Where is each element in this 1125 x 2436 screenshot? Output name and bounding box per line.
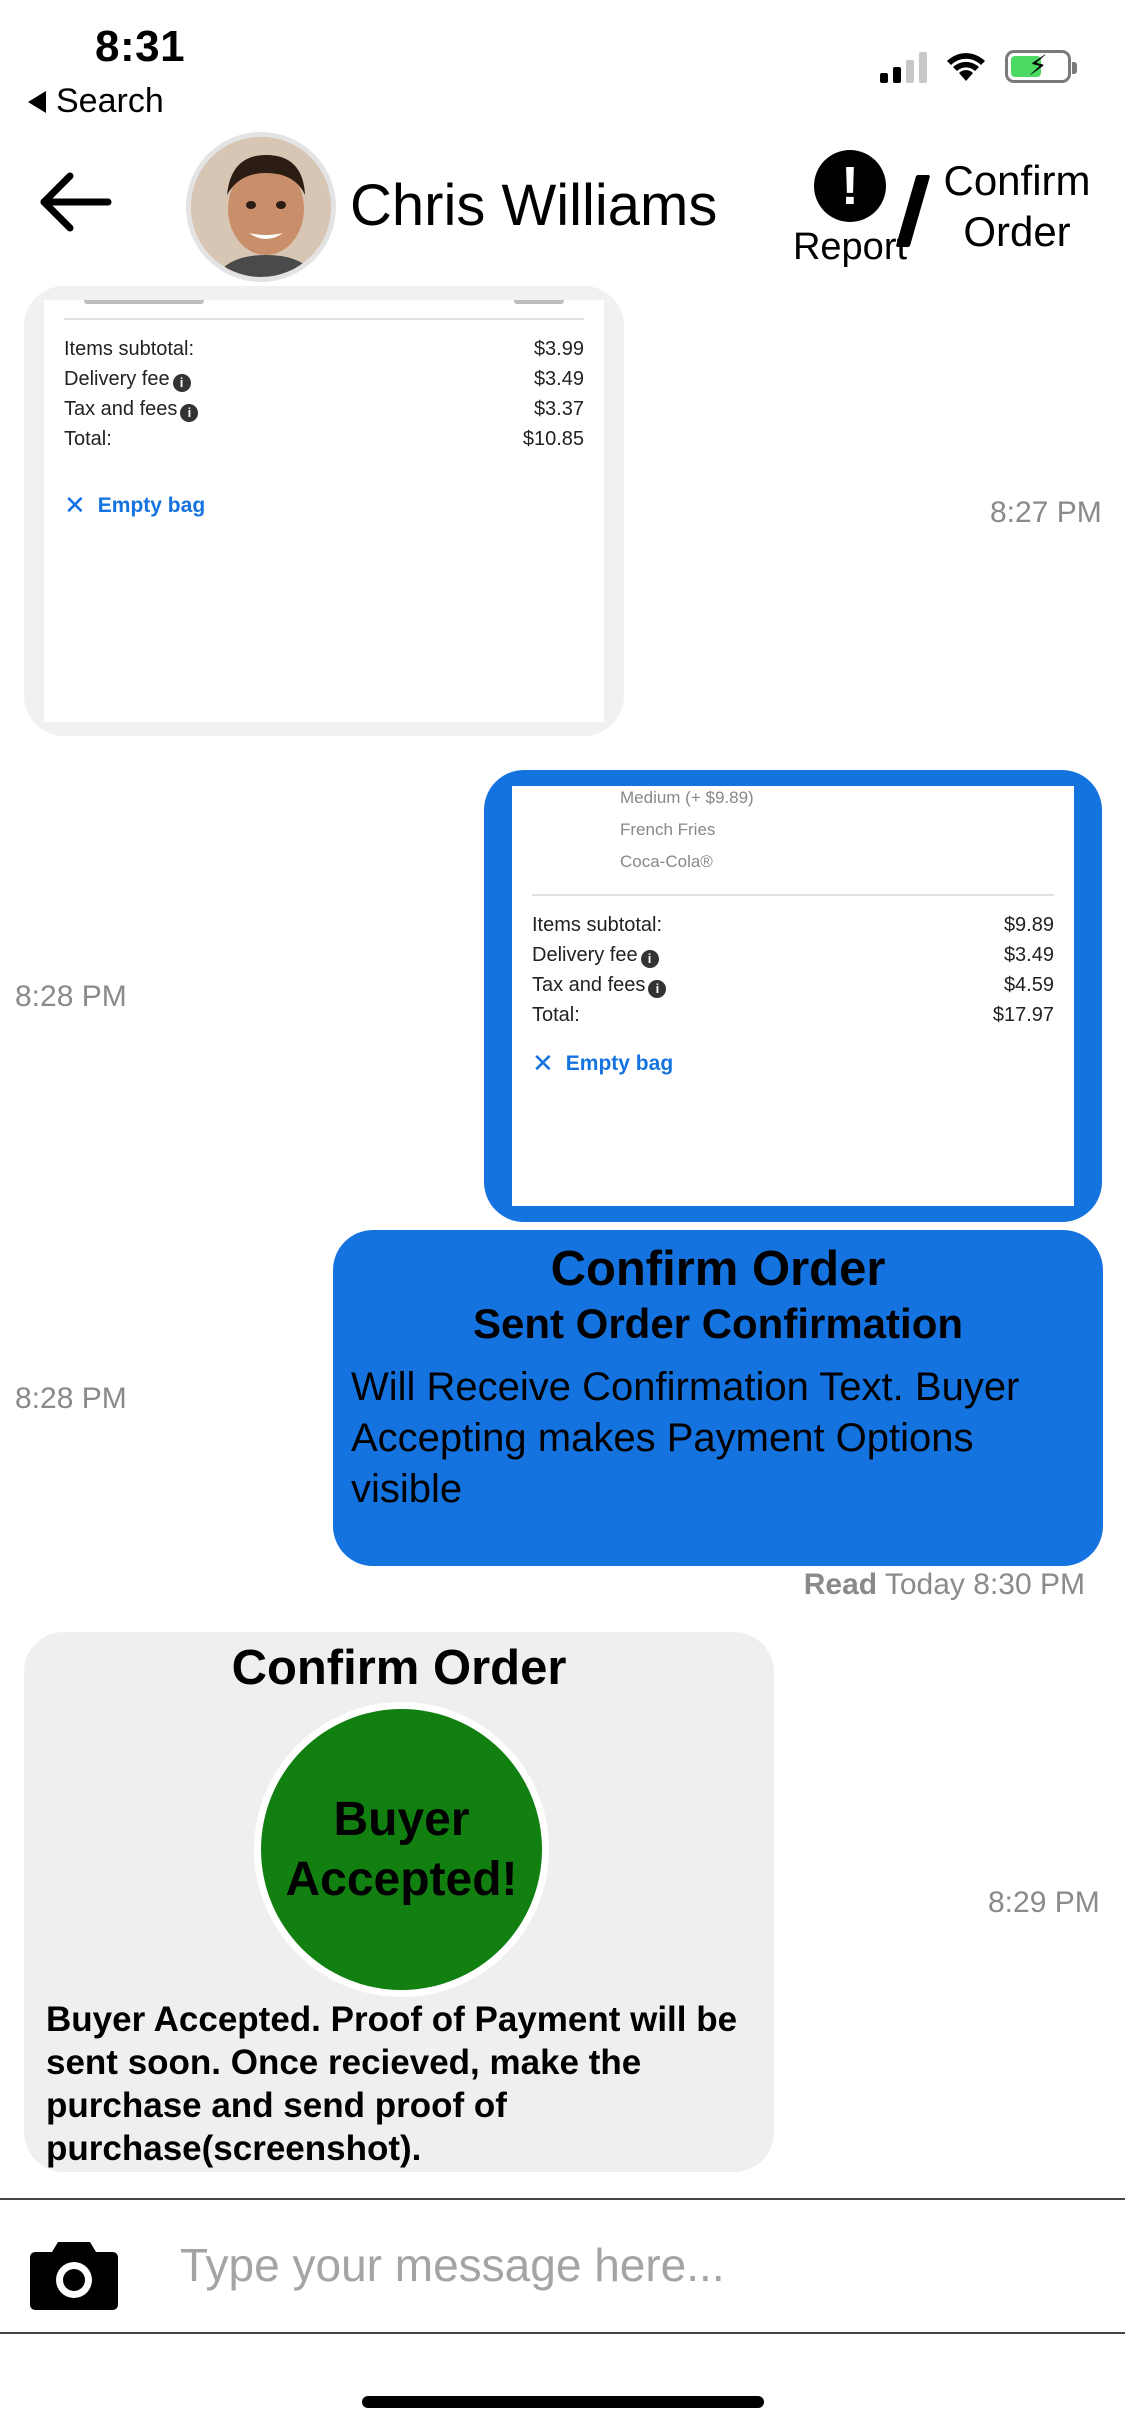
close-icon: ✕ bbox=[532, 1048, 554, 1078]
message-timestamp: 8:28 PM bbox=[15, 980, 127, 1013]
back-to-app-link[interactable]: Search bbox=[28, 82, 164, 121]
message-title: Confirm Order bbox=[231, 1641, 567, 1695]
buyer-accepted-message[interactable]: Confirm Order Buyer Accepted! Buyer Acce… bbox=[24, 1632, 774, 2172]
empty-bag-link: ✕ Empty bag bbox=[64, 490, 206, 520]
contact-name[interactable]: Chris Williams bbox=[350, 172, 717, 239]
message-title: Confirm Order bbox=[550, 1242, 886, 1296]
receipt-item-line: Medium (+ $9.89) bbox=[620, 788, 754, 807]
confirm-order-label-line1: Confirm bbox=[943, 157, 1091, 204]
badge-line: Accepted! bbox=[285, 1852, 518, 1906]
buyer-accepted-badge: Buyer Accepted! bbox=[254, 1702, 549, 1997]
incoming-image-message[interactable]: Items subtotal: $3.99 Delivery fee i $3.49 … bbox=[24, 286, 624, 736]
info-icon: i bbox=[648, 980, 667, 998]
empty-bag-link: ✕ Empty bag bbox=[532, 1048, 674, 1078]
receipt-row: Items subtotal: $9.89 bbox=[532, 914, 1054, 936]
back-app-label: Search bbox=[56, 82, 164, 120]
receipt-screenshot: Medium (+ $9.89) French Fries Coca-Cola®… bbox=[512, 786, 1074, 1206]
avatar-photo bbox=[191, 137, 331, 277]
confirm-order-sent-message[interactable]: Confirm Order Sent Order Confirmation Wi… bbox=[333, 1230, 1103, 1566]
avatar[interactable] bbox=[186, 132, 336, 282]
receipt-row: Tax and fees i $4.59 bbox=[532, 974, 1054, 998]
arrow-left-icon[interactable] bbox=[38, 170, 114, 234]
back-triangle-icon bbox=[28, 90, 46, 113]
info-icon: i bbox=[640, 950, 659, 968]
home-indicator[interactable] bbox=[362, 2396, 764, 2408]
message-timestamp: 8:29 PM bbox=[988, 1886, 1100, 1919]
receipt-item-line: Coca-Cola® bbox=[620, 852, 713, 871]
exclamation-circle-icon: ! bbox=[814, 150, 886, 222]
receipt-row: Delivery fee i $3.49 bbox=[64, 368, 584, 392]
message-body: Will Receive Confirmation Text. Buyer Ac… bbox=[351, 1365, 1020, 1511]
charging-bolt-icon: ⚡︎ bbox=[1028, 50, 1048, 81]
message-body: Buyer Accepted. Proof of Payment will be… bbox=[46, 2000, 738, 2168]
report-label: Report bbox=[792, 226, 908, 268]
message-timestamp: 8:27 PM bbox=[990, 496, 1102, 529]
receipt-item-line: French Fries bbox=[620, 820, 716, 839]
read-receipt: Read Today 8:30 PM bbox=[803, 1568, 1085, 1601]
confirm-order-button[interactable]: Confirm Order bbox=[932, 155, 1102, 257]
info-icon: i bbox=[172, 374, 191, 392]
camera-icon[interactable] bbox=[28, 2238, 120, 2312]
message-timestamp: 8:28 PM bbox=[15, 1382, 127, 1415]
report-button[interactable]: ! Report bbox=[785, 150, 915, 269]
message-composer bbox=[0, 2198, 1125, 2334]
cellular-signal-icon bbox=[880, 51, 927, 83]
info-icon: i bbox=[180, 404, 199, 422]
receipt-row: Tax and fees i $3.37 bbox=[64, 398, 584, 422]
receipt-row: Delivery fee i $3.49 bbox=[532, 944, 1054, 968]
status-time: 8:31 bbox=[95, 22, 186, 71]
badge-line: Buyer bbox=[333, 1792, 470, 1846]
receipt-row: Total: $10.85 bbox=[64, 428, 584, 450]
message-subtitle: Sent Order Confirmation bbox=[472, 1300, 964, 1347]
outgoing-image-message[interactable]: Medium (+ $9.89) French Fries Coca-Cola®… bbox=[484, 770, 1102, 1222]
receipt-row: Total: $17.97 bbox=[532, 1004, 1054, 1026]
battery-icon: ⚡︎ bbox=[1005, 50, 1077, 83]
message-input[interactable] bbox=[180, 2230, 1080, 2300]
confirm-order-label-line2: Order bbox=[963, 208, 1071, 255]
close-icon: ✕ bbox=[64, 490, 86, 520]
receipt-row: Items subtotal: $3.99 bbox=[64, 338, 584, 360]
wifi-icon bbox=[947, 52, 985, 81]
status-icons: ⚡︎ bbox=[880, 50, 1077, 83]
receipt-screenshot: Items subtotal: $3.99 Delivery fee i $3.49 … bbox=[44, 300, 604, 722]
